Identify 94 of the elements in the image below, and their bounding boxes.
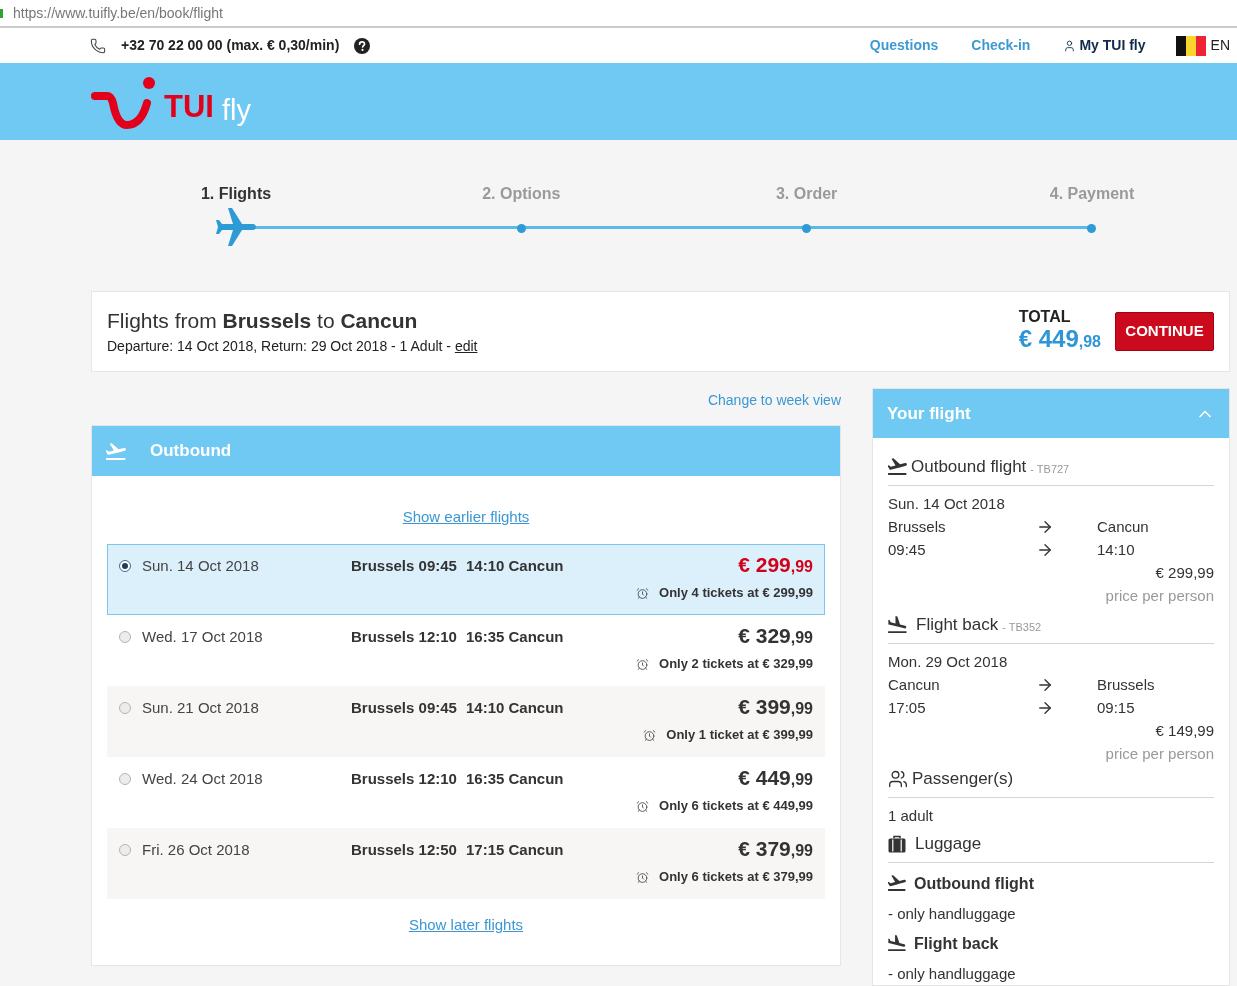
departure-time: 09:45: [888, 540, 927, 560]
help-icon[interactable]: [354, 37, 371, 54]
city-name: Brussels: [1097, 675, 1156, 695]
flight-date: Wed. 17 Oct 2018: [142, 626, 264, 647]
availability-note: Only 1 ticket at € 399,99: [666, 727, 813, 743]
takeoff-plane-icon: [888, 458, 907, 475]
address-bar[interactable]: https://www.tuifly.be/en/book/flight: [0, 0, 1237, 28]
account-link[interactable]: My TUI fly: [1063, 35, 1146, 56]
radio-button[interactable]: [119, 773, 131, 785]
availability-note: Only 2 tickets at € 329,99: [659, 656, 813, 672]
flight-date: Wed. 24 Oct 2018: [142, 768, 264, 789]
language-selector[interactable]: EN: [1210, 35, 1230, 56]
availability-note: Only 6 tickets at € 379,99: [659, 869, 813, 885]
section-title: Luggage: [915, 833, 982, 855]
luggage-flight-title: Flight back: [914, 933, 999, 954]
phone-number: +32 70 22 00 00 (max. € 0,30/min): [121, 36, 340, 55]
step-label: 2. Options: [482, 184, 561, 204]
flight-date: Fri. 26 Oct 2018: [142, 839, 251, 860]
luggage-note: - only handluggage: [888, 965, 1016, 982]
flight-price: € 379,99: [738, 838, 813, 862]
flight-price: € 329,99: [738, 625, 813, 649]
suitcase-icon: [888, 834, 906, 853]
flight-row[interactable]: Sun. 14 Oct 2018 Brussels 09:45 14:10 Cancun € 299,99 Only 4 tickets at € 299,99: [107, 544, 825, 615]
flight-date: Sun. 21 Oct 2018: [142, 697, 260, 718]
luggage-flight-title: Outbound flight: [914, 873, 1034, 894]
takeoff-plane-icon: [106, 442, 126, 460]
step-label: 3. Order: [775, 184, 838, 204]
departure-time: Brussels 12:10: [351, 626, 458, 647]
takeoff-plane-icon: [888, 875, 906, 891]
price-note: price per person: [1105, 744, 1214, 764]
arrival-time: 16:35 Cancun: [466, 626, 564, 647]
luggage-note: - only handluggage: [888, 905, 1016, 922]
landing-plane-icon: [888, 935, 906, 951]
alarm-clock-icon: [636, 799, 650, 813]
availability-note: Only 6 tickets at € 449,99: [659, 798, 813, 814]
city-name: Brussels: [888, 517, 947, 537]
flight-price: € 299,99: [738, 554, 813, 578]
flight-price: € 449,99: [738, 767, 813, 791]
total-price: € 449,98: [1018, 326, 1101, 354]
radio-button[interactable]: [119, 560, 131, 572]
continue-button[interactable]: CONTINUE: [1115, 312, 1214, 351]
landing-plane-icon: [888, 616, 907, 633]
flight-date: Sun. 14 Oct 2018: [888, 494, 1006, 514]
secure-indicator-icon: [0, 8, 3, 18]
availability-note: Only 4 tickets at € 299,99: [659, 585, 813, 601]
arrival-time: 14:10: [1097, 540, 1136, 560]
departure-time: Brussels 09:45: [351, 555, 458, 576]
departure-time: 17:05: [888, 698, 927, 718]
panel-title: Your flight: [887, 402, 971, 425]
logo-smile-icon: [89, 76, 155, 131]
departure-time: Brussels 12:10: [351, 768, 458, 789]
flight-row[interactable]: Sun. 21 Oct 2018 Brussels 09:45 14:10 Cancun € 399,99 Only 1 ticket at € 399,99: [107, 686, 825, 757]
leg-price: € 299,99: [1155, 563, 1214, 583]
flight-date: Sun. 14 Oct 2018: [142, 555, 260, 576]
arrival-time: 09:15: [1097, 698, 1136, 718]
radio-button[interactable]: [119, 631, 131, 643]
flight-row[interactable]: Fri. 26 Oct 2018 Brussels 12:50 17:15 Cancun € 379,99 Only 6 tickets at € 379,99: [107, 828, 825, 899]
price-note: price per person: [1105, 586, 1214, 606]
flight-code: - TB727: [1030, 461, 1070, 476]
departure-time: Brussels 12:50: [351, 839, 458, 860]
step-label: 1. Flights: [200, 184, 272, 204]
arrival-time: 17:15 Cancun: [466, 839, 564, 860]
arrival-time: 14:10 Cancun: [466, 555, 564, 576]
passenger-count: 1 adult: [888, 807, 934, 824]
section-title: Outbound flight: [911, 456, 1027, 478]
logo-product-text: fly: [221, 93, 251, 127]
alarm-clock-icon: [643, 728, 657, 742]
city-name: Cancun: [888, 675, 941, 695]
total-label: TOTAL: [1018, 308, 1072, 326]
panel-title: Outbound: [150, 440, 232, 463]
radio-button[interactable]: [119, 844, 131, 856]
departure-time: Brussels 09:45: [351, 697, 458, 718]
arrival-time: 14:10 Cancun: [466, 697, 564, 718]
section-title: Flight back: [916, 614, 999, 636]
section-title: Passenger(s): [912, 768, 1014, 790]
arrival-time: 16:35 Cancun: [466, 768, 564, 789]
city-name: Cancun: [1097, 517, 1150, 537]
trip-details: Departure: 14 Oct 2018, Return: 29 Oct 2018 - 1 Adult - edit: [107, 337, 478, 355]
route-title: Flights from Brussels to Cancun: [107, 308, 419, 334]
alarm-clock-icon: [636, 870, 650, 884]
user-icon: [1063, 38, 1077, 53]
logo-brand-text: TUI: [164, 91, 214, 123]
radio-button[interactable]: [119, 702, 131, 714]
leg-price: € 149,99: [1155, 721, 1214, 741]
flag-icon: [1175, 35, 1206, 56]
step-label: 4. Payment: [1049, 184, 1135, 204]
alarm-clock-icon: [636, 586, 650, 600]
edit-link[interactable]: edit: [454, 338, 478, 354]
flight-date: Mon. 29 Oct 2018: [888, 652, 1009, 672]
users-icon: [888, 768, 908, 789]
phone-icon: [90, 37, 106, 54]
flight-price: € 399,99: [738, 696, 813, 720]
alarm-clock-icon: [636, 657, 650, 671]
flight-code: - TB352: [1002, 619, 1042, 634]
